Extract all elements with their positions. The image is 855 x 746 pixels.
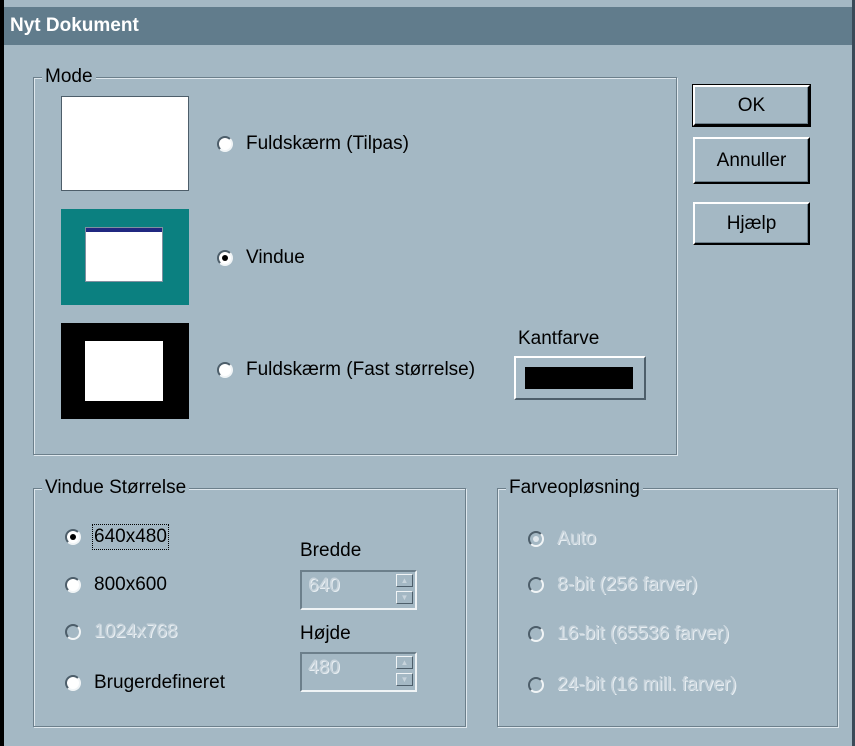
mode-option-fullscreen-fit[interactable]: Fuldskærm (Tilpas)	[217, 133, 409, 155]
color-option-24bit: 24-bit (16 mill. farver)	[528, 674, 737, 696]
radio-fullscreen-fixed[interactable]	[217, 362, 233, 378]
new-document-dialog: Nyt Dokument Mode Fuldskærm (Tilpas) Vin…	[0, 0, 855, 746]
mode-option-fullscreen-fit-label: Fuldskærm (Tilpas)	[246, 133, 409, 154]
color-option-8bit: 8-bit (256 farver)	[528, 574, 697, 596]
title-bar[interactable]: Nyt Dokument	[4, 7, 852, 45]
size-option-custom-label: Brugerdefineret	[94, 672, 225, 693]
radio-color-8bit	[528, 577, 544, 593]
width-spinner: 640 ▲ ▼	[300, 570, 417, 610]
radio-1024x768	[65, 624, 81, 640]
radio-800x600[interactable]	[65, 577, 81, 593]
window-preview	[61, 209, 189, 305]
window-preview-inner	[85, 227, 163, 282]
height-value: 480	[308, 657, 340, 678]
radio-window[interactable]	[217, 250, 233, 266]
ok-button-label: OK	[737, 95, 766, 116]
cancel-button[interactable]: Annuller	[693, 137, 810, 184]
color-option-24bit-label: 24-bit (16 mill. farver)	[557, 674, 737, 695]
size-option-640x480-label: 640x480	[92, 524, 169, 550]
radio-fullscreen-fit[interactable]	[217, 136, 233, 152]
mode-option-fullscreen-fixed-label: Fuldskærm (Fast størrelse)	[246, 359, 476, 380]
window-size-group-label: Vindue Størrelse	[42, 476, 190, 500]
mode-option-window[interactable]: Vindue	[217, 247, 305, 269]
fullscreen-fixed-preview-inner	[85, 341, 163, 401]
color-option-auto: Auto	[528, 528, 596, 550]
width-label: Bredde	[300, 540, 362, 561]
ok-button[interactable]: OK	[692, 84, 811, 127]
size-option-800x600[interactable]: 800x600	[65, 574, 167, 596]
size-option-custom[interactable]: Brugerdefineret	[65, 672, 225, 694]
height-spin-down-icon: ▼	[396, 673, 413, 686]
fullscreen-fit-preview	[61, 96, 189, 191]
size-option-800x600-label: 800x600	[94, 574, 167, 595]
window-border-left	[0, 0, 4, 746]
width-value: 640	[308, 575, 340, 596]
color-resolution-group-label: Farveopløsning	[506, 476, 643, 500]
border-color-swatch[interactable]	[514, 356, 646, 400]
width-spin-down-icon: ▼	[396, 591, 413, 604]
window-preview-titlebar	[86, 228, 162, 232]
radio-640x480[interactable]	[65, 529, 81, 545]
size-option-1024x768: 1024x768	[65, 621, 177, 643]
radio-color-auto	[528, 531, 544, 547]
color-option-16bit-label: 16-bit (65536 farver)	[557, 623, 730, 644]
height-label: Højde	[300, 623, 351, 644]
border-color-label: Kantfarve	[518, 328, 600, 349]
window-title: Nyt Dokument	[10, 15, 139, 36]
height-spinner: 480 ▲ ▼	[300, 652, 417, 692]
border-color-swatch-fill	[525, 367, 633, 389]
cancel-button-label: Annuller	[716, 150, 787, 171]
color-option-16bit: 16-bit (65536 farver)	[528, 623, 729, 645]
help-button[interactable]: Hjælp	[693, 202, 810, 245]
mode-option-window-label: Vindue	[246, 247, 305, 268]
size-option-640x480[interactable]: 640x480	[65, 524, 169, 550]
color-option-auto-label: Auto	[557, 528, 597, 549]
help-button-label: Hjælp	[726, 213, 777, 234]
height-spin-up-icon: ▲	[396, 656, 413, 669]
size-option-1024x768-label: 1024x768	[94, 621, 178, 642]
fullscreen-fixed-preview	[61, 323, 189, 419]
color-option-8bit-label: 8-bit (256 farver)	[557, 574, 698, 595]
radio-color-16bit	[528, 626, 544, 642]
radio-custom[interactable]	[65, 675, 81, 691]
radio-color-24bit	[528, 677, 544, 693]
width-spin-up-icon: ▲	[396, 574, 413, 587]
mode-option-fullscreen-fixed[interactable]: Fuldskærm (Fast størrelse)	[217, 359, 475, 381]
mode-group-label: Mode	[42, 65, 96, 89]
